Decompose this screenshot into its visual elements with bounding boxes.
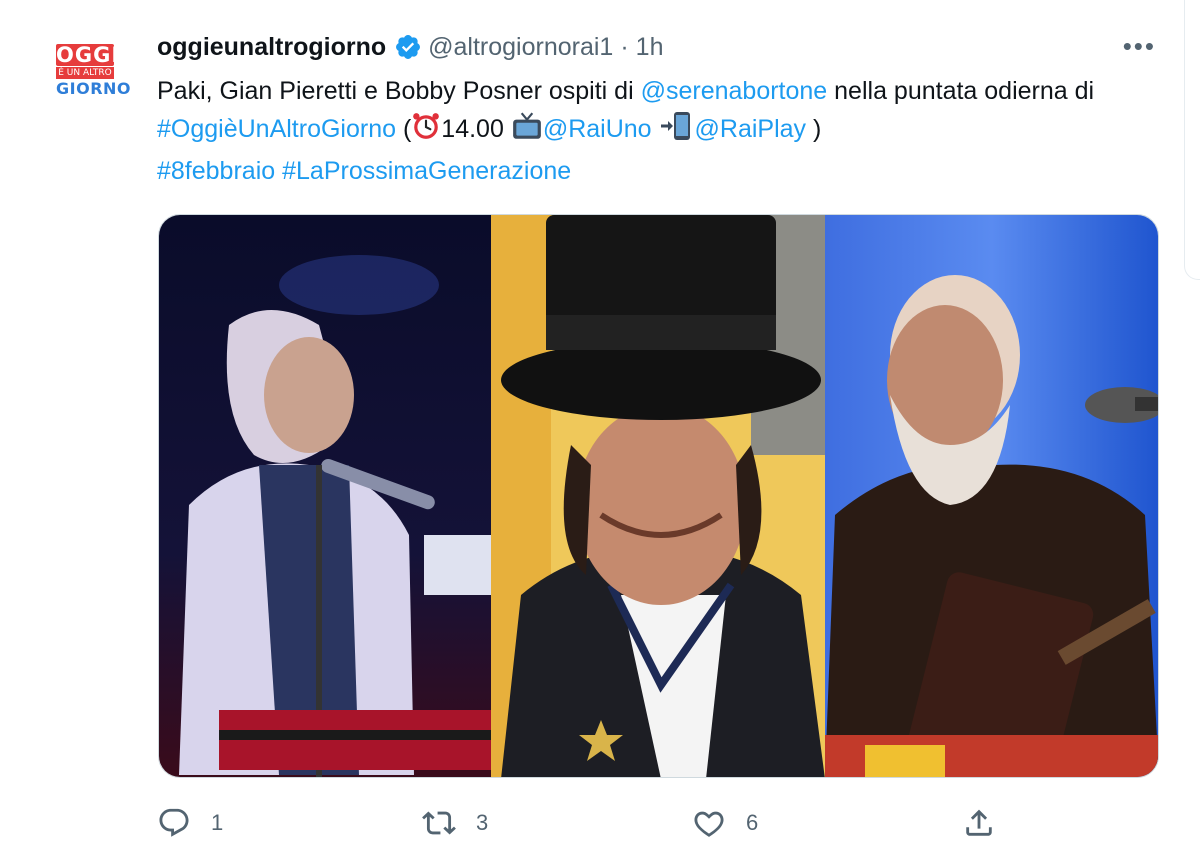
text-segment: ( [396, 115, 412, 143]
television-icon [511, 111, 543, 152]
logo-line3: GIORNO [56, 79, 131, 98]
text-segment: nella puntata odierna di [827, 77, 1095, 105]
separator: · [620, 32, 629, 61]
share-icon [966, 809, 992, 836]
logo-line2: È UN ALTRO [56, 67, 114, 79]
hashtag-date-link[interactable]: #8febbraio [157, 157, 275, 185]
mobile-arrow-icon [659, 111, 695, 152]
reply-button[interactable]: 1 [157, 806, 223, 840]
retweet-icon [422, 811, 456, 835]
mention-raiplay-link[interactable]: @RaiPlay [695, 115, 807, 143]
scrollbar-edge [1184, 0, 1200, 280]
verified-badge-icon [394, 33, 422, 61]
photo-keyboard-singer[interactable] [159, 215, 492, 777]
text-segment: Paki, Gian Pieretti e Bobby Posner ospit… [157, 77, 641, 105]
heart-icon [694, 811, 724, 837]
more-options-icon[interactable]: ••• [1123, 33, 1156, 59]
hashtag-show-link[interactable]: #OggièUnAltroGiorno [157, 115, 396, 143]
photo-bearded-guitarist[interactable] [824, 215, 1158, 777]
retweet-button[interactable]: 3 [422, 806, 488, 840]
photo-top-hat-man[interactable] [491, 215, 825, 777]
avatar[interactable]: OGGI È UN ALTRO GIORNO [50, 40, 131, 108]
broadcast-time: 14.00 [441, 115, 511, 143]
logo-line1: OGGI [56, 43, 121, 67]
like-button[interactable]: 6 [692, 806, 758, 840]
handle[interactable]: @altrogiornorai1 [428, 33, 613, 62]
reply-icon [159, 808, 189, 837]
tweet-actions: 1 3 6 [157, 806, 1007, 846]
tweet-text: Paki, Gian Pieretti e Bobby Posner ospit… [157, 72, 1157, 190]
display-name[interactable]: oggieunaltrogiorno [157, 33, 386, 62]
tweet-header: oggieunaltrogiorno @altrogiornorai1 · 1h [157, 32, 663, 62]
alarm-clock-icon [411, 111, 441, 152]
retweet-count: 3 [476, 810, 489, 835]
like-count: 6 [746, 810, 759, 835]
hashtag-generation-link[interactable]: #LaProssimaGenerazione [282, 157, 571, 185]
reply-count: 1 [211, 810, 224, 835]
timestamp[interactable]: 1h [636, 33, 664, 62]
tweet-media[interactable] [158, 214, 1159, 778]
share-button[interactable] [962, 806, 996, 840]
text-segment: ) [806, 115, 822, 143]
mention-host-link[interactable]: @serenabortone [641, 77, 828, 105]
mention-raiuno-link[interactable]: @RaiUno [543, 115, 652, 143]
